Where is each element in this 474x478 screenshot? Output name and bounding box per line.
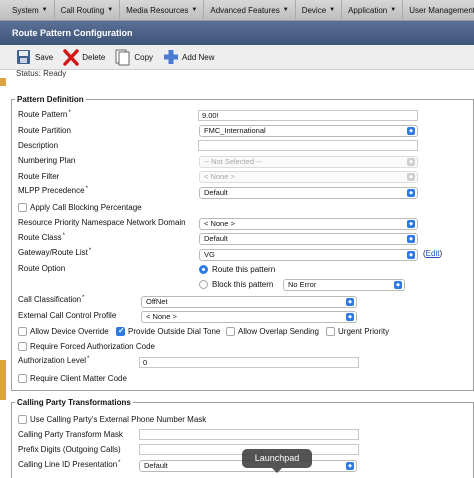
required-asterisk: * [85, 186, 88, 192]
save-icon [16, 49, 31, 66]
apply-call-blocking-checkbox[interactable] [18, 203, 27, 212]
route-filter-select[interactable]: < None > ◆ [199, 171, 418, 183]
delete-button[interactable]: Delete [63, 48, 105, 66]
select-arrows-icon: ◆ [407, 158, 415, 166]
required-asterisk: * [88, 248, 92, 254]
authorization-level-label: Authorization Level* [18, 356, 90, 365]
transform-mask-input[interactable] [139, 429, 359, 440]
gateway-route-list-label: Gateway/Route List* [18, 248, 92, 257]
description-input[interactable] [198, 140, 418, 151]
resource-priority-label: Resource Priority Namespace Network Doma… [18, 218, 186, 227]
external-call-control-label: External Call Control Profile [18, 311, 117, 320]
select-arrows-icon: ◆ [346, 298, 354, 306]
provide-outside-dial-tone-label: Provide Outside Dial Tone [128, 327, 221, 336]
route-pattern-input[interactable]: 9.00! [198, 110, 418, 121]
select-arrows-icon: ◆ [394, 281, 402, 289]
block-this-pattern-radio[interactable] [199, 280, 208, 289]
menu-call-routing[interactable]: Call Routing ▼ [55, 0, 121, 21]
panel-title: Calling Party Transformations [15, 398, 133, 407]
prefix-digits-label: Prefix Digits (Outgoing Calls) [18, 445, 121, 454]
block-this-pattern-label: Block this pattern [212, 280, 274, 289]
menu-application[interactable]: Application ▼ [342, 0, 404, 21]
select-arrows-icon: ◆ [407, 127, 415, 135]
require-cmc-label: Require Client Matter Code [30, 374, 127, 383]
allow-device-override-label: Allow Device Override [30, 327, 109, 336]
numbering-plan-label: Numbering Plan [18, 156, 76, 165]
resource-priority-select[interactable]: < None > ◆ [199, 218, 418, 230]
copy-icon [115, 49, 130, 66]
apply-call-blocking-label: Apply Call Blocking Percentage [30, 203, 142, 212]
menu-user-management[interactable]: User Management▼ [403, 0, 474, 21]
chevron-down-icon: ▼ [107, 7, 114, 13]
route-this-pattern-label: Route this pattern [212, 265, 276, 274]
select-arrows-icon: ◆ [407, 173, 415, 181]
use-external-mask-label: Use Calling Party's External Phone Numbe… [30, 415, 207, 424]
require-fac-label: Require Forced Authorization Code [30, 342, 155, 351]
allow-overlap-sending-label: Allow Overlap Sending [238, 327, 319, 336]
route-option-label: Route Option [18, 264, 66, 273]
delete-x-icon [63, 48, 79, 66]
launchpad-tooltip: Launchpad [242, 449, 312, 473]
toolbar: Save Delete Copy Add New [0, 45, 474, 70]
main-menubar: System ▼ Call Routing ▼ Media Resources ▼ A… [0, 0, 474, 21]
select-arrows-icon: ◆ [407, 235, 415, 243]
gateway-route-list-select[interactable]: VG ◆ [199, 249, 418, 261]
plus-icon [163, 49, 179, 66]
external-call-control-select[interactable]: < None > ◆ [141, 311, 357, 323]
select-arrows-icon: ◆ [346, 313, 354, 321]
call-classification-select[interactable]: OffNet ◆ [141, 296, 357, 308]
menu-device[interactable]: Device ▼ [296, 0, 343, 21]
required-asterisk: * [118, 460, 121, 466]
required-asterisk: * [62, 233, 65, 239]
call-classification-label: Call Classification* [18, 295, 85, 304]
description-label: Description [18, 141, 59, 150]
route-partition-select[interactable]: FMC_International ◆ [199, 125, 418, 137]
panel-title: Pattern Definition [15, 95, 86, 104]
route-class-select[interactable]: Default ◆ [199, 233, 418, 245]
use-external-mask-checkbox[interactable] [18, 415, 27, 424]
sidebar-strip [0, 360, 6, 400]
copy-button[interactable]: Copy [115, 49, 153, 66]
menu-advanced-features[interactable]: Advanced Features ▼ [204, 0, 296, 21]
allow-overlap-sending-checkbox[interactable] [226, 327, 235, 336]
route-filter-label: Route Filter [18, 172, 60, 181]
required-asterisk: * [87, 356, 90, 362]
route-partition-label: Route Partition [18, 126, 71, 135]
select-arrows-icon: ◆ [407, 220, 415, 228]
provide-outside-dial-tone-checkbox[interactable] [116, 326, 125, 336]
save-button[interactable]: Save [16, 49, 53, 66]
require-cmc-checkbox[interactable] [18, 374, 27, 383]
status-text: Status: Ready [16, 69, 67, 78]
urgent-priority-label: Urgent Priority [338, 327, 390, 336]
select-arrows-icon: ◆ [346, 462, 354, 470]
select-arrows-icon: ◆ [407, 189, 415, 197]
route-pattern-label: Route Pattern* [18, 110, 71, 119]
numbering-plan-select[interactable]: -- Not Selected -- ◆ [199, 156, 418, 168]
transform-mask-label: Calling Party Transform Mask [18, 430, 123, 439]
chevron-down-icon: ▼ [191, 7, 198, 13]
edit-gateway-link[interactable]: (Edit) [423, 249, 442, 258]
chevron-down-icon: ▼ [390, 7, 397, 13]
select-arrows-icon: ◆ [407, 251, 415, 259]
line-id-presentation-label: Calling Line ID Presentation* [18, 460, 121, 469]
mlpp-precedence-select[interactable]: Default ◆ [199, 187, 418, 199]
route-class-label: Route Class* [18, 233, 65, 242]
add-new-button[interactable]: Add New [163, 49, 215, 66]
block-reason-select[interactable]: No Error ◆ [283, 279, 405, 291]
chevron-down-icon: ▼ [41, 7, 48, 13]
require-fac-checkbox[interactable] [18, 342, 27, 351]
mlpp-precedence-label: MLPP Precedence* [18, 186, 88, 195]
page-title: Route Pattern Configuration [0, 21, 474, 45]
route-this-pattern-radio[interactable] [199, 265, 208, 274]
allow-device-override-checkbox[interactable] [18, 327, 27, 336]
menu-system[interactable]: System ▼ [6, 0, 55, 21]
urgent-priority-checkbox[interactable] [326, 327, 335, 336]
sidebar-strip [0, 78, 6, 86]
chevron-down-icon: ▼ [282, 7, 289, 13]
chevron-down-icon: ▼ [329, 7, 336, 13]
menu-media-resources[interactable]: Media Resources ▼ [120, 0, 205, 21]
authorization-level-input[interactable]: 0 [139, 357, 359, 368]
required-asterisk: * [82, 295, 85, 301]
required-asterisk: * [68, 110, 71, 116]
